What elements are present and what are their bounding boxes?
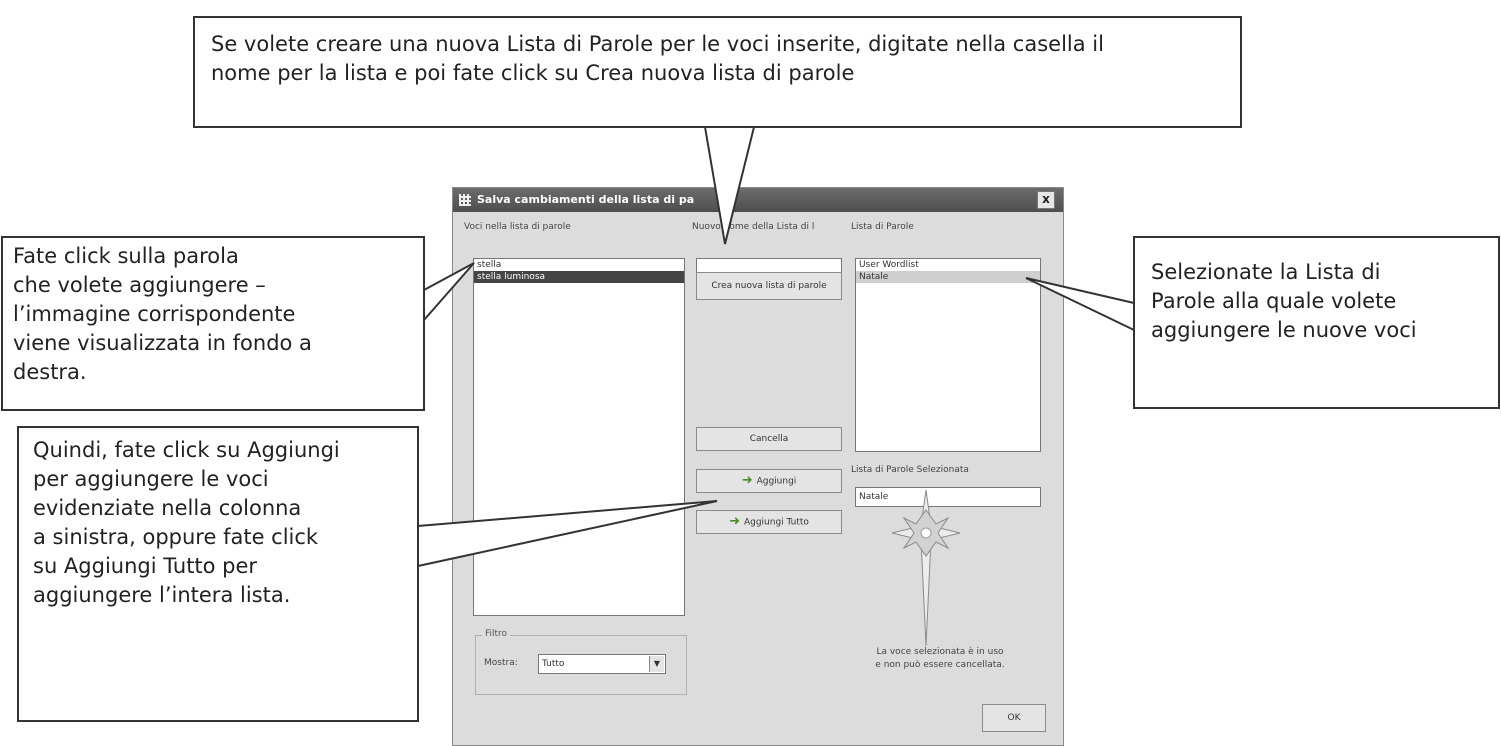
- in-use-note: La voce selezionata è in uso e non può e…: [845, 646, 1035, 672]
- filter-group: Filtro Mostra: Tutto ▼: [475, 629, 687, 695]
- chevron-down-icon[interactable]: ▼: [649, 656, 664, 672]
- list-item-user-wordlist[interactable]: User Wordlist: [856, 259, 1040, 271]
- callout-left-2-line-2: per aggiungere le voci: [33, 467, 269, 491]
- list-item-stella-luminosa[interactable]: stella luminosa: [474, 271, 684, 283]
- callout-top: Se volete creare una nuova Lista di Paro…: [193, 16, 1242, 128]
- show-select[interactable]: Tutto ▼: [538, 654, 666, 674]
- callout-left-1-line-1: Fate click sulla parola: [13, 244, 239, 268]
- close-icon[interactable]: x: [1037, 191, 1055, 209]
- show-label: Mostra:: [484, 658, 518, 668]
- callout-top-line-1: Se volete creare una nuova Lista di Paro…: [211, 32, 1104, 56]
- right-arrow-icon: ➜: [741, 473, 753, 488]
- callout-left-1: Fate click sulla parola che volete aggiu…: [1, 236, 425, 411]
- add-button-label: Aggiungi: [756, 476, 797, 487]
- callout-top-line-2: nome per la lista e poi fate click su Cr…: [211, 61, 855, 85]
- callout-left-2-line-4: a sinistra, oppure fate click: [33, 525, 319, 549]
- star-icon: [891, 489, 961, 647]
- add-all-button[interactable]: ➜ Aggiungi Tutto: [696, 510, 842, 534]
- callout-left-2-line-3: evidenziate nella colonna: [33, 496, 302, 520]
- callout-right-line-1: Selezionate la Lista di: [1151, 260, 1381, 284]
- note-line-1: La voce selezionata è in uso: [876, 647, 1004, 657]
- callout-left-2-line-5: su Aggiungi Tutto per: [33, 554, 258, 578]
- add-all-button-label: Aggiungi Tutto: [743, 517, 809, 528]
- callout-right: Selezionate la Lista di Parole alla qual…: [1133, 236, 1500, 409]
- ok-button[interactable]: OK: [982, 704, 1046, 732]
- callout-left-1-line-3: l’immagine corrispondente: [13, 302, 296, 326]
- callout-right-line-3: aggiungere le nuove voci: [1151, 318, 1417, 342]
- callout-left-2: Quindi, fate click su Aggiungi per aggiu…: [17, 426, 419, 722]
- callout-right-line-2: Parole alla quale volete: [1151, 289, 1397, 313]
- wordlists-list[interactable]: User Wordlist Natale: [855, 258, 1041, 452]
- right-arrow-icon: ➜: [729, 514, 740, 529]
- callout-left-1-line-5: destra.: [13, 360, 87, 384]
- selected-list-label: Lista di Parole Selezionata: [851, 465, 969, 475]
- dialog-titlebar: Salva cambiamenti della lista di pa x: [453, 188, 1063, 212]
- middle-column-label: Nuovo nome della Lista di l: [692, 222, 815, 232]
- right-column-label: Lista di Parole: [851, 222, 914, 232]
- add-button[interactable]: ➜ Aggiungi: [696, 469, 842, 493]
- create-new-list-button[interactable]: Crea nuova lista di parole: [696, 272, 842, 300]
- app-grid-icon: [459, 194, 471, 206]
- callout-left-1-line-4: viene visualizzata in fondo a: [13, 331, 312, 355]
- show-select-value: Tutto: [542, 659, 565, 669]
- callout-left-2-line-1: Quindi, fate click su Aggiungi: [33, 438, 340, 462]
- dialog-title: Salva cambiamenti della lista di pa: [477, 193, 695, 206]
- filter-legend: Filtro: [482, 629, 511, 639]
- list-item-natale[interactable]: Natale: [856, 271, 1040, 283]
- callout-left-1-line-2: che volete aggiungere –: [13, 273, 266, 297]
- cancel-button[interactable]: Cancella: [696, 427, 842, 451]
- left-column-label: Voci nella lista di parole: [464, 222, 571, 232]
- callout-left-2-line-6: aggiungere l’intera lista.: [33, 583, 291, 607]
- note-line-2: e non può essere cancellata.: [875, 660, 1005, 670]
- list-item-stella[interactable]: stella: [474, 259, 684, 271]
- word-entries-list[interactable]: stella stella luminosa: [473, 258, 685, 616]
- save-wordlist-dialog: Salva cambiamenti della lista di pa x Vo…: [452, 187, 1064, 746]
